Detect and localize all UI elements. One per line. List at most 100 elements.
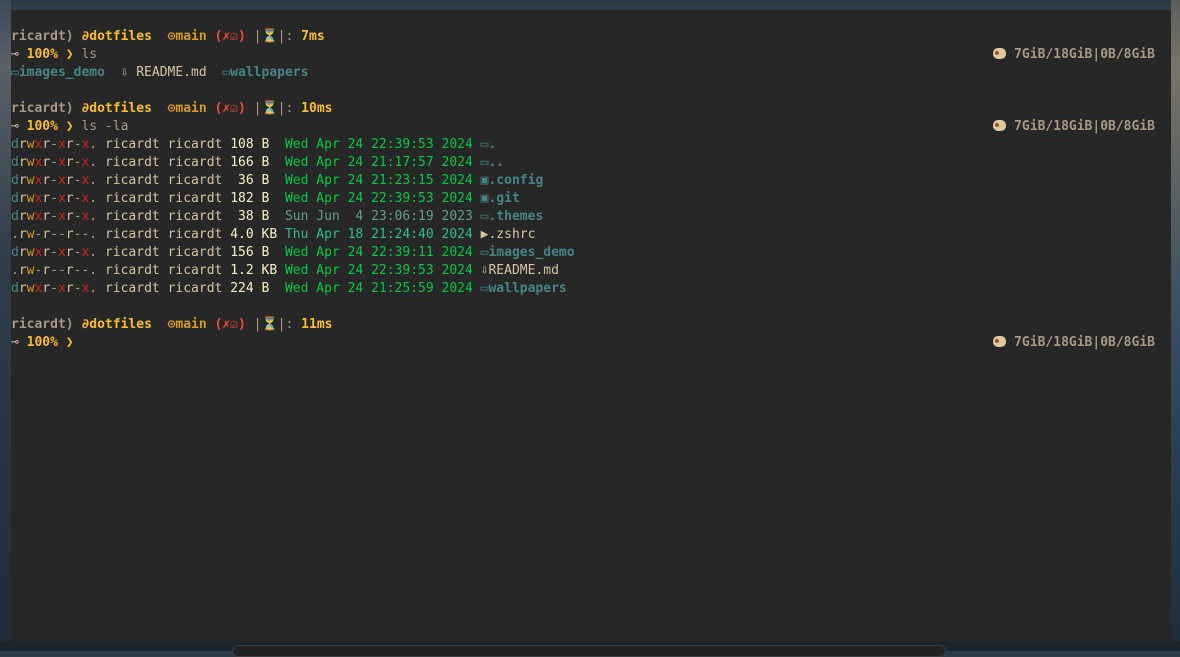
dock[interactable] (232, 645, 946, 657)
prompt-dir: dotfiles (89, 317, 152, 332)
group: ricardt (167, 227, 223, 242)
file-name[interactable]: .zshrc (488, 227, 535, 242)
battery-percent: 100% (26, 335, 58, 350)
modified-date: Wed Apr 24 21:17:57 2024 (284, 155, 473, 170)
listing-row: .rw-r--r--. ricardt ricardt 1.2 KB Wed A… (11, 262, 1171, 280)
owner: ricardt (104, 281, 160, 296)
group: ricardt (167, 173, 223, 188)
permissions: drwxr-xr-x. (11, 209, 98, 224)
file-size: 166 B (230, 155, 278, 170)
git-branch: main (175, 29, 207, 44)
file-name[interactable]: . (488, 137, 496, 152)
file-name[interactable]: wallpapers (488, 281, 566, 296)
prompt-input-line[interactable]: ⊸ 100% ❯ ls -la 7GiB/18GiB|0B/8GiB (11, 118, 1171, 136)
file-name[interactable]: README.md (488, 263, 558, 278)
modified-date: Wed Apr 24 21:25:59 2024 (284, 281, 473, 296)
file-size: 38 B (230, 209, 278, 224)
plug-icon: ⊸ (11, 119, 27, 134)
listing-row: drwxr-xr-x. ricardt ricardt 156 B Wed Ap… (11, 244, 1171, 262)
file-size: 1.2 KB (230, 263, 278, 278)
prompt-input-line[interactable]: ⊸ 100% ❯ ls 7GiB/18GiB|0B/8GiB (11, 46, 1171, 64)
prompt-header: ricardt) ∂dotfiles ⊙main (✗☑) |⏳|: 7ms (11, 29, 325, 44)
listing-row: drwxr-xr-x. ricardt ricardt 182 B Wed Ap… (11, 190, 1171, 208)
modified-date: Wed Apr 24 22:39:53 2024 (284, 137, 473, 152)
modified-date: Sun Jun 4 23:06:19 2023 (284, 209, 473, 224)
listing-row: .rw-r--r--. ricardt ricardt 4.0 KB Thu A… (11, 226, 1171, 244)
fedora-icon: ∂ (73, 101, 90, 116)
modified-date: Wed Apr 24 22:39:11 2024 (284, 245, 473, 260)
owner: ricardt (104, 245, 160, 260)
file-size: 182 B (230, 191, 278, 206)
pig-icon (993, 48, 1007, 59)
group: ricardt (167, 209, 223, 224)
modified-date: Wed Apr 24 22:39:53 2024 (284, 263, 473, 278)
wallpaper-right (1171, 0, 1180, 651)
git-branch: main (175, 317, 207, 332)
plug-icon: ⊸ (11, 335, 27, 350)
file-size: 4.0 KB (230, 227, 278, 242)
ls-item-folder: images_demo (18, 65, 105, 80)
listing-row: drwxr-xr-x. ricardt ricardt 166 B Wed Ap… (11, 154, 1171, 172)
group: ricardt (167, 281, 223, 296)
memory-status: 7GiB/18GiB|0B/8GiB (1014, 119, 1155, 134)
prompt-header: ricardt) ∂dotfiles ⊙main (✗☑) |⏳|: 10ms (11, 101, 333, 116)
fedora-icon: ∂ (73, 29, 90, 44)
command-duration: 7ms (301, 29, 325, 44)
prompt-user: ricardt (11, 101, 66, 116)
prompt-arrow: ❯ (65, 47, 74, 62)
battery-percent: 100% (26, 119, 58, 134)
git-branch: main (175, 101, 207, 116)
modified-date: Thu Apr 18 21:24:40 2024 (284, 227, 473, 242)
file-name[interactable]: .git (488, 191, 519, 206)
pig-icon (993, 120, 1007, 131)
group: ricardt (167, 137, 223, 152)
ls-item-folder: wallpapers (230, 65, 309, 80)
owner: ricardt (104, 209, 160, 224)
group: ricardt (167, 245, 223, 260)
listing-row: drwxr-xr-x. ricardt ricardt 224 B Wed Ap… (11, 280, 1171, 298)
group: ricardt (167, 155, 223, 170)
pig-icon (993, 336, 1007, 347)
plug-icon: ⊸ (11, 47, 27, 62)
memory-status: 7GiB/18GiB|0B/8GiB (1014, 335, 1155, 350)
file-size: 224 B (230, 281, 278, 296)
terminal-window[interactable]: ricardt) ∂dotfiles ⊙main (✗☑) |⏳|: 7ms ⊸… (11, 10, 1171, 641)
ls-item-file: README.md (136, 65, 207, 80)
file-name[interactable]: .. (488, 155, 504, 170)
fedora-icon: ∂ (73, 317, 90, 332)
folder-icon: ▭ (11, 65, 19, 80)
permissions: drwxr-xr-x. (11, 191, 98, 206)
permissions: drwxr-xr-x. (11, 137, 98, 152)
command-text[interactable]: ls -la (81, 119, 128, 134)
prompt-header: ricardt) ∂dotfiles ⊙main (✗☑) |⏳|: 11ms (11, 317, 333, 332)
listing-row: drwxr-xr-x. ricardt ricardt 36 B Wed Apr… (11, 172, 1171, 190)
command-text[interactable]: ls (81, 47, 97, 62)
file-size: 108 B (230, 137, 278, 152)
file-size: 36 B (230, 173, 278, 188)
prompt-user: ricardt (11, 29, 66, 44)
prompt-dir: dotfiles (89, 101, 152, 116)
file-name[interactable]: images_demo (488, 245, 574, 260)
owner: ricardt (104, 137, 160, 152)
folder-icon: ▭ (222, 65, 231, 80)
command-duration: 10ms (301, 101, 333, 116)
file-size: 156 B (230, 245, 278, 260)
battery-percent: 100% (26, 47, 58, 62)
prompt-arrow: ❯ (65, 335, 74, 350)
owner: ricardt (104, 191, 160, 206)
listing-row: drwxr-xr-x. ricardt ricardt 38 B Sun Jun… (11, 208, 1171, 226)
owner: ricardt (104, 173, 160, 188)
owner: ricardt (104, 263, 160, 278)
permissions: .rw-r--r--. (11, 263, 98, 278)
owner: ricardt (104, 155, 160, 170)
prompt-input-line[interactable]: ⊸ 100% ❯ 7GiB/18GiB|0B/8GiB (11, 334, 1171, 352)
permissions: drwxr-xr-x. (11, 155, 98, 170)
file-name[interactable]: .themes (488, 209, 543, 224)
permissions: drwxr-xr-x. (11, 281, 98, 296)
prompt-arrow: ❯ (65, 119, 74, 134)
file-name[interactable]: .config (488, 173, 543, 188)
owner: ricardt (104, 227, 160, 242)
permissions: drwxr-xr-x. (11, 245, 98, 260)
listing-row: drwxr-xr-x. ricardt ricardt 108 B Wed Ap… (11, 136, 1171, 154)
permissions: drwxr-xr-x. (11, 173, 98, 188)
